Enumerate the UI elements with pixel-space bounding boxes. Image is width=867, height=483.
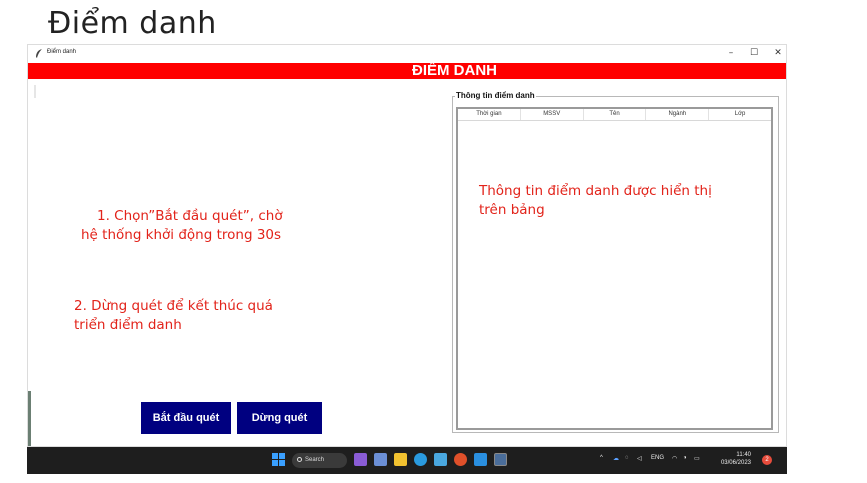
slide-title: Điểm danh	[48, 6, 217, 41]
left-panel-handle	[34, 85, 36, 98]
app-header-title: ĐIỂM DANH	[412, 62, 497, 79]
feather-icon	[36, 49, 42, 58]
app-header-bar: ĐIỂM DANH	[28, 63, 786, 79]
onedrive-icon[interactable]: ☁	[613, 455, 619, 462]
vscode-icon[interactable]	[474, 453, 487, 466]
tray-overflow-chevron-icon[interactable]: ^	[600, 455, 603, 461]
notification-badge[interactable]: 2	[762, 455, 772, 465]
table-header: Thời gian MSSV Tên Ngành Lớp	[458, 109, 771, 121]
windows-start-icon[interactable]	[272, 453, 285, 466]
window-titlebar[interactable]: Điểm danh – ☐ ✕	[28, 45, 786, 63]
store-app-icon[interactable]	[434, 453, 447, 466]
taskbar-clock[interactable]: 11:40 03/06/2023	[711, 451, 751, 467]
app-window: Điểm danh – ☐ ✕ ĐIỂM DANH Thông tin điểm…	[27, 44, 787, 447]
active-python-window-icon[interactable]	[494, 453, 507, 466]
clock-date: 03/06/2023	[720, 460, 751, 466]
location-icon[interactable]: ◁	[637, 455, 642, 462]
column-header-major[interactable]: Ngành	[646, 109, 710, 120]
battery-icon[interactable]: ▭	[694, 455, 700, 462]
volume-icon[interactable]: ◑	[683, 455, 687, 461]
maximize-button[interactable]: ☐	[741, 46, 767, 60]
close-button[interactable]: ✕	[765, 46, 786, 60]
attendance-info-group: Thông tin điểm danh Thời gian MSSV Tên N…	[452, 91, 779, 433]
teams-icon[interactable]	[374, 453, 387, 466]
attendance-info-title: Thông tin điểm danh	[455, 91, 536, 100]
stop-scan-button[interactable]: Dừng quét	[237, 402, 322, 434]
taskbar: Search ^ ☁ ◌ ◁ ENG ◠ ◑ ▭ 11:40 03/06/202…	[27, 447, 787, 474]
annotation-table-line-2: trên bảng	[479, 202, 545, 218]
attendance-table[interactable]: Thời gian MSSV Tên Ngành Lớp	[456, 107, 773, 430]
tray-app-icon[interactable]: ◌	[625, 455, 629, 461]
start-scan-button[interactable]: Bắt đầu quét	[141, 402, 231, 434]
file-explorer-icon[interactable]	[394, 453, 407, 466]
annotation-step-2-line-1: 2. Dừng quét để kết thúc quá	[74, 298, 273, 314]
column-header-time[interactable]: Thời gian	[458, 109, 521, 120]
visual-studio-icon[interactable]	[354, 453, 367, 466]
wifi-icon[interactable]: ◠	[672, 455, 677, 462]
language-indicator[interactable]: ENG	[651, 455, 664, 461]
search-label: Search	[305, 457, 325, 463]
edge-browser-icon[interactable]	[414, 453, 427, 466]
window-title: Điểm danh	[47, 49, 77, 55]
column-header-class[interactable]: Lớp	[709, 109, 771, 120]
clock-time: 11:40	[736, 452, 751, 458]
annotation-step-1-line-1: 1. Chọn”Bắt đầu quét”, chờ	[97, 208, 283, 224]
taskbar-search[interactable]: Search	[292, 453, 347, 468]
annotation-table-line-1: Thông tin điểm danh được hiển thị	[479, 183, 712, 199]
python-app-icon[interactable]	[454, 453, 467, 466]
column-header-student-id[interactable]: MSSV	[521, 109, 584, 120]
window-edge-strip	[28, 391, 31, 446]
annotation-step-2-line-2: triển điểm danh	[74, 317, 182, 333]
annotation-step-1-line-2: hệ thống khởi động trong 30s	[81, 227, 282, 243]
search-icon	[297, 457, 302, 462]
column-header-name[interactable]: Tên	[584, 109, 647, 120]
